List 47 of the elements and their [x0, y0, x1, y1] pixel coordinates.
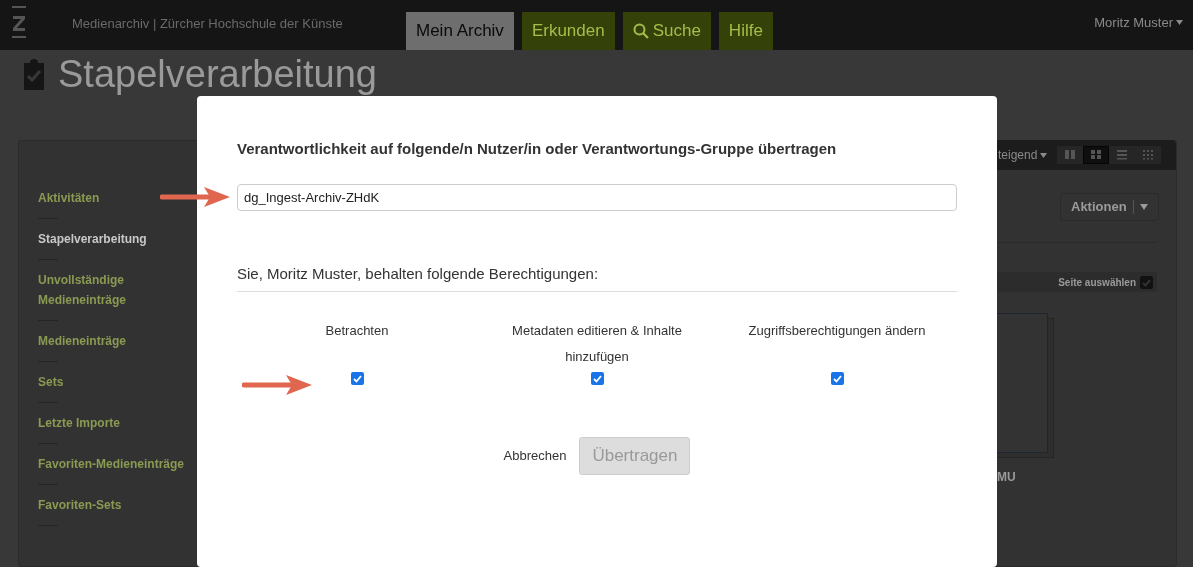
- permission-label: Metadaten editieren & Inhalte hinzufügen: [511, 322, 683, 366]
- cancel-link[interactable]: Abbrechen: [503, 446, 567, 466]
- view-mode-button[interactable]: [1135, 146, 1162, 164]
- nav-tab[interactable]: Erkunden: [521, 12, 615, 50]
- sidebar-item[interactable]: Stapelverarbeitung: [38, 229, 188, 249]
- sidebar-item[interactable]: Sets: [38, 372, 188, 392]
- permission-label: Zugriffsberechtigungen ändern: [747, 322, 927, 340]
- sidebar-item[interactable]: Medieneinträge: [38, 331, 188, 351]
- select-page-checkbox[interactable]: [1140, 275, 1153, 289]
- site-title[interactable]: Medienarchiv | Zürcher Hochschule der Künste: [72, 14, 343, 34]
- permission-checkbox[interactable]: [350, 372, 364, 385]
- caret-icon: [1139, 204, 1148, 210]
- sidebar-item[interactable]: Letzte Importe: [38, 413, 188, 433]
- dialog-title: Verantwortlichkeit auf folgende/n Nutzer/in oder Verantwortungs-Gruppe übertragen: [237, 139, 838, 159]
- sidebar-item[interactable]: Aktivitäten: [38, 188, 188, 208]
- nav-tab[interactable]: Hilfe: [718, 12, 773, 50]
- checkmark-icon: [592, 374, 602, 383]
- view-mode-button[interactable]: [1057, 146, 1084, 164]
- permission-checkbox[interactable]: [830, 372, 844, 385]
- permission-checkbox[interactable]: [590, 372, 604, 385]
- tiles-view-icon: [1143, 150, 1154, 160]
- nav-tab[interactable]: Mein Archiv: [406, 12, 514, 50]
- checkmark-icon: [832, 374, 842, 383]
- grid-view-icon: [1091, 150, 1102, 160]
- sidebar-item[interactable]: Favoriten-Sets: [38, 495, 188, 515]
- media-caption: MU: [997, 469, 1016, 486]
- recipient-input-field[interactable]: dg_Ingest-Archiv-ZHdK: [237, 183, 957, 211]
- columns-view-icon: [1065, 150, 1076, 160]
- view-mode-button[interactable]: [1109, 146, 1136, 164]
- sidebar-item[interactable]: Unvollständige Medieneinträge: [38, 270, 188, 310]
- actions-button[interactable]: Aktionen: [1060, 193, 1159, 221]
- sidebar-item[interactable]: Favoriten-Medieneinträge: [38, 454, 188, 474]
- search-icon: [632, 23, 649, 39]
- checkmark-icon: [352, 374, 362, 383]
- select-page-label: Seite auswählen: [1058, 275, 1136, 290]
- view-mode-button[interactable]: [1083, 146, 1110, 164]
- caret-icon: [1176, 20, 1183, 26]
- list-view-icon: [1117, 150, 1128, 160]
- sort-dropdown[interactable]: teigend: [998, 146, 1048, 164]
- clipboard-check-icon: [22, 58, 46, 90]
- user-menu[interactable]: Moritz Muster: [1094, 13, 1173, 33]
- permission-label: Betrachten: [324, 322, 390, 340]
- page-title: Stapelverarbeitung: [58, 53, 377, 95]
- nav-tab[interactable]: Suche: [622, 12, 711, 50]
- caret-icon: [1040, 152, 1048, 158]
- permissions-heading: Sie, Moritz Muster, behalten folgende Berechtigungen:: [237, 263, 600, 284]
- checkmark-icon: [1142, 277, 1151, 287]
